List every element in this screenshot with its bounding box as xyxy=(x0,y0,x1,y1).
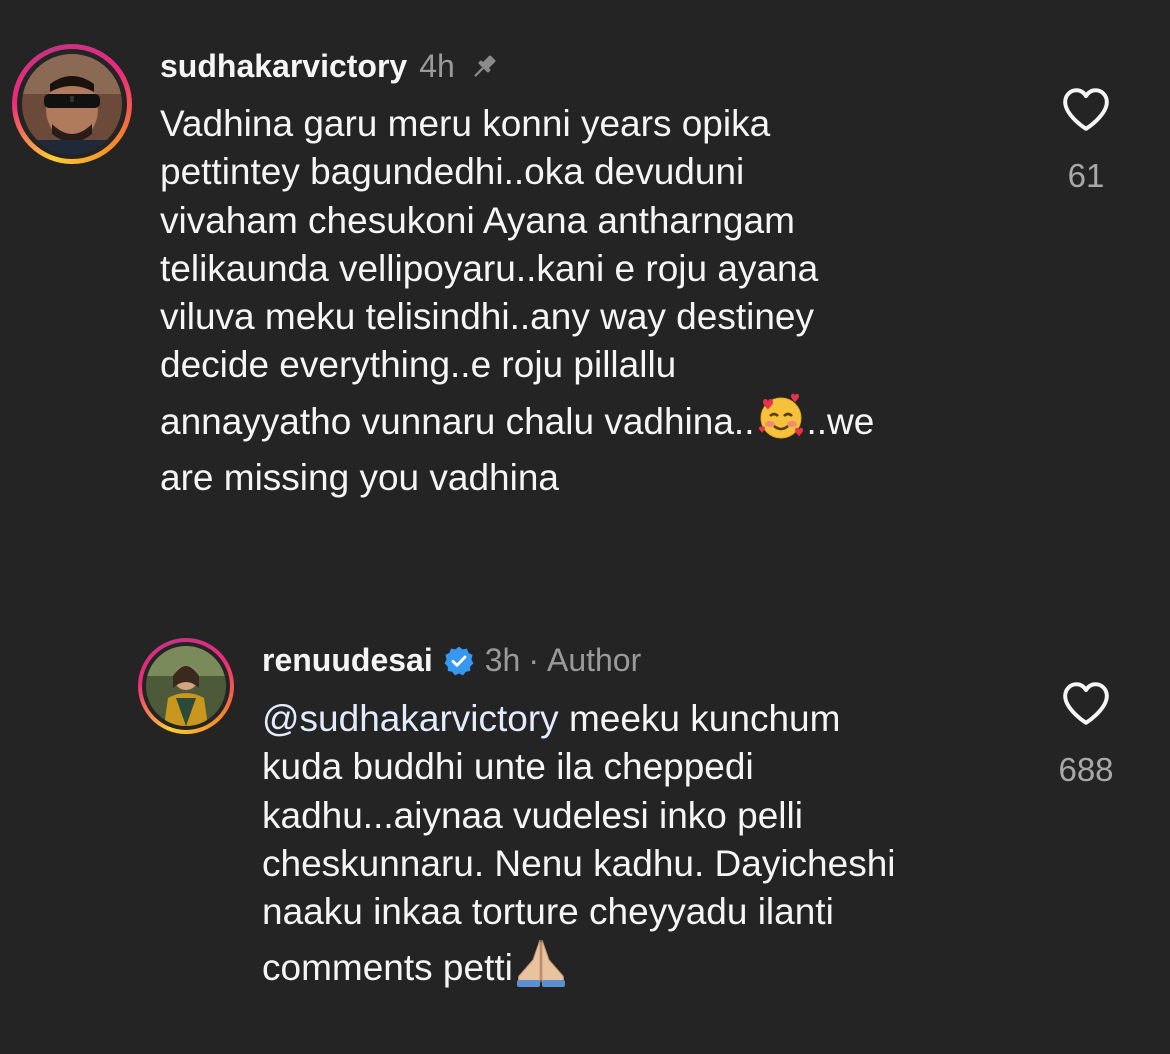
pin-icon xyxy=(467,50,501,84)
avatar-ring[interactable] xyxy=(138,638,234,734)
comment-header: renuudesai 3h · Author xyxy=(262,642,641,679)
username[interactable]: sudhakarvictory xyxy=(160,48,407,85)
heart-outline-icon[interactable] xyxy=(1061,680,1111,731)
like-area: 688 xyxy=(1036,680,1136,789)
verified-badge-icon xyxy=(443,645,475,677)
avatar-photo xyxy=(146,646,226,726)
like-area: 61 xyxy=(1036,86,1136,195)
avatar-ring[interactable] xyxy=(12,44,132,164)
timestamp[interactable]: 3h xyxy=(485,642,521,679)
smiling-face-with-hearts-icon xyxy=(755,390,807,454)
separator-dot: · xyxy=(528,642,539,678)
comment-header: sudhakarvictory 4h xyxy=(160,48,501,85)
author-label: Author xyxy=(546,642,642,678)
like-count: 61 xyxy=(1067,157,1105,194)
comment-text-part: Vadhina garu meru konni years opika pett… xyxy=(160,103,819,442)
avatar-photo xyxy=(22,54,122,154)
heart-outline-icon[interactable] xyxy=(1061,86,1111,137)
avatar[interactable] xyxy=(22,54,122,154)
comment-text: @sudhakarvictory meeku kunchum kuda budd… xyxy=(262,695,1042,1001)
like-count: 688 xyxy=(1058,751,1114,788)
folded-hands-icon xyxy=(513,936,569,1000)
timestamp[interactable]: 4h xyxy=(419,48,455,85)
avatar[interactable] xyxy=(146,646,226,726)
comment-text: Vadhina garu meru konni years opika pett… xyxy=(160,100,1020,502)
username[interactable]: renuudesai xyxy=(262,642,433,679)
comments-page: sudhakarvictory 4h Vadhina garu meru kon… xyxy=(0,0,1170,1054)
comment-text-part: meeku kunchum kuda buddhi unte ila chepp… xyxy=(262,698,896,989)
mention-link[interactable]: @sudhakarvictory xyxy=(262,698,559,739)
